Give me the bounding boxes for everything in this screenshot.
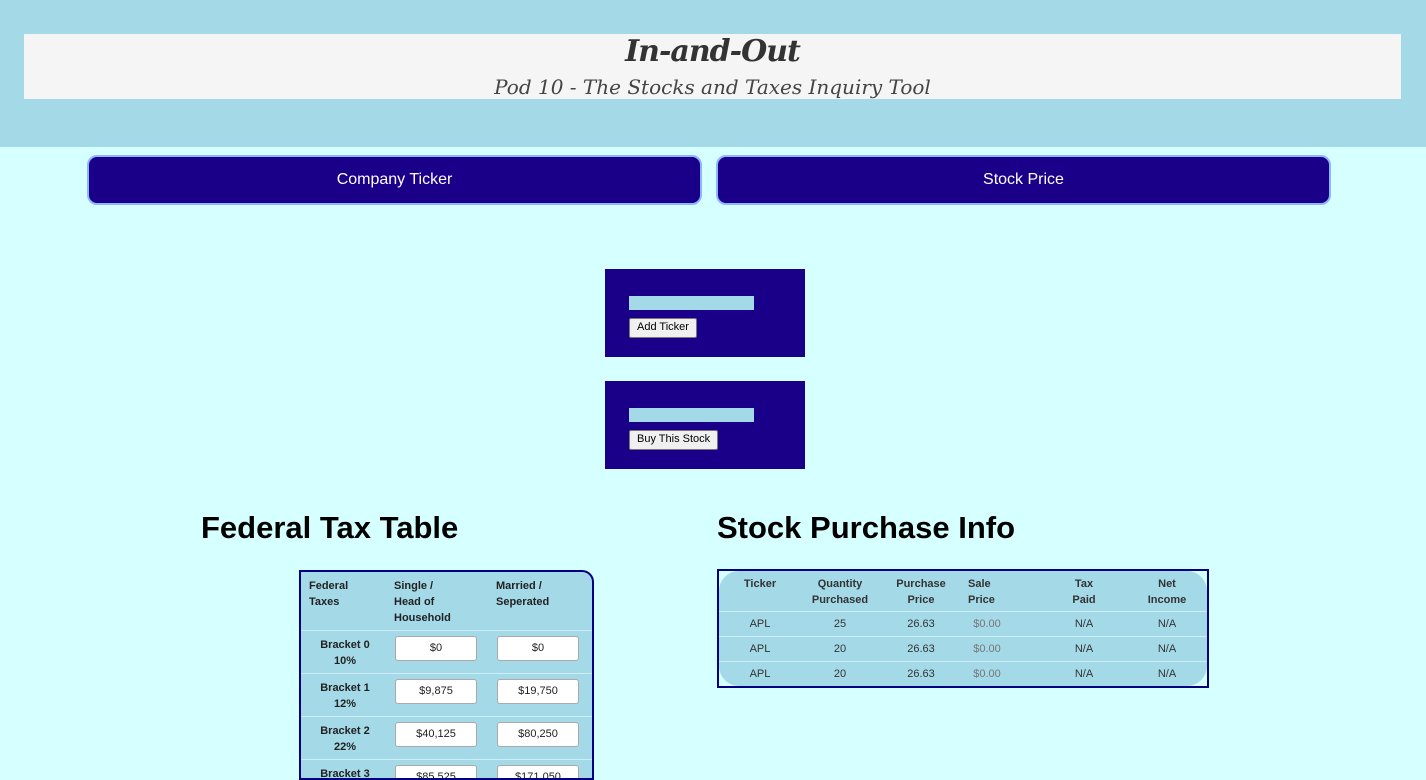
app-subtitle: Pod 10 - The Stocks and Taxes Inquiry To… <box>494 75 931 99</box>
tax-paid-cell: N/A <box>1074 668 1094 680</box>
purchase-price-cell: 26.63 <box>907 668 935 680</box>
sale-price-cell[interactable]: $0.00 <box>957 667 1017 681</box>
table-row: APL 20 26.63 $0.00 N/A N/A <box>719 637 1207 662</box>
married-threshold-input[interactable]: $19,750 <box>497 679 579 704</box>
col-sale-price: Sale Price <box>968 578 995 606</box>
single-threshold-input[interactable]: $85,525 <box>395 765 477 778</box>
purchase-price-cell: 26.63 <box>907 618 935 630</box>
tax-table-heading: Federal Tax Table <box>201 510 459 545</box>
tax-row: Bracket 0 10% $0 $0 <box>301 631 592 674</box>
col-federal-taxes: Federal Taxes <box>309 580 349 608</box>
single-threshold-input[interactable]: $0 <box>395 636 477 661</box>
quantity-cell: 20 <box>833 643 847 655</box>
quantity-cell: 20 <box>833 668 847 680</box>
bracket-name: Bracket 1 <box>320 682 370 694</box>
bracket-rate: 10% <box>333 655 357 667</box>
net-income-cell: N/A <box>1157 618 1177 630</box>
ticker-input[interactable] <box>629 296 754 310</box>
net-income-cell: N/A <box>1157 668 1177 680</box>
married-threshold-input[interactable]: $80,250 <box>497 722 579 747</box>
stock-table-header: Ticker Quantity Purchased Purchase Price… <box>719 571 1207 612</box>
buy-stock-form: Buy This Stock <box>605 381 805 469</box>
bracket-name: Bracket 2 <box>320 725 370 737</box>
add-ticker-button[interactable]: Add Ticker <box>629 318 697 338</box>
bracket-label: Bracket 3 <box>309 766 381 780</box>
federal-tax-table: Federal Taxes Single / Head of Household… <box>299 570 594 780</box>
sale-price-cell[interactable]: $0.00 <box>957 642 1017 656</box>
married-threshold-input[interactable]: $171,050 <box>497 765 579 778</box>
col-purchase-price: Purchase Price <box>896 578 946 606</box>
bracket-name: Bracket 3 <box>320 768 370 780</box>
col-single: Single / Head of Household <box>394 580 451 624</box>
col-ticker: Ticker <box>743 578 777 590</box>
app-title: In-and-Out <box>625 34 801 69</box>
bracket-rate: 22% <box>333 741 357 753</box>
col-quantity: Quantity Purchased <box>811 578 869 606</box>
buy-stock-button[interactable]: Buy This Stock <box>629 430 719 450</box>
single-threshold-input[interactable]: $9,875 <box>395 679 477 704</box>
quantity-cell: 25 <box>833 618 847 630</box>
tax-paid-cell: N/A <box>1074 643 1094 655</box>
bracket-label: Bracket 0 10% <box>309 637 381 669</box>
add-ticker-form: Add Ticker <box>605 269 805 357</box>
ticker-cell: APL <box>749 643 771 655</box>
ticker-cell: APL <box>749 618 771 630</box>
tax-table-header: Federal Taxes Single / Head of Household… <box>301 572 592 631</box>
ticker-cell: APL <box>749 668 771 680</box>
stock-purchase-table: Ticker Quantity Purchased Purchase Price… <box>717 569 1209 688</box>
title-box: In-and-Out Pod 10 - The Stocks and Taxes… <box>24 34 1401 99</box>
net-income-cell: N/A <box>1157 643 1177 655</box>
company-ticker-button[interactable]: Company Ticker <box>87 155 702 205</box>
stock-price-button[interactable]: Stock Price <box>716 155 1331 205</box>
tax-row: Bracket 3 $85,525 $171,050 <box>301 760 592 780</box>
bracket-label: Bracket 1 12% <box>309 680 381 712</box>
stock-info-heading: Stock Purchase Info <box>717 510 1016 545</box>
tax-row: Bracket 2 22% $40,125 $80,250 <box>301 717 592 760</box>
buy-quantity-input[interactable] <box>629 408 754 422</box>
stock-table-body: Ticker Quantity Purchased Purchase Price… <box>719 571 1207 686</box>
table-row: APL 20 26.63 $0.00 N/A N/A <box>719 662 1207 686</box>
sale-price-cell[interactable]: $0.00 <box>957 617 1017 631</box>
married-threshold-input[interactable]: $0 <box>497 636 579 661</box>
col-net-income: Net Income <box>1147 578 1187 606</box>
purchase-price-cell: 26.63 <box>907 643 935 655</box>
bracket-name: Bracket 0 <box>320 639 370 651</box>
bracket-label: Bracket 2 22% <box>309 723 381 755</box>
bracket-rate: 12% <box>333 698 357 710</box>
tax-paid-cell: N/A <box>1074 618 1094 630</box>
table-row: APL 25 26.63 $0.00 N/A N/A <box>719 612 1207 637</box>
single-threshold-input[interactable]: $40,125 <box>395 722 477 747</box>
tax-row: Bracket 1 12% $9,875 $19,750 <box>301 674 592 717</box>
col-tax-paid: Tax Paid <box>1072 578 1096 606</box>
col-married: Married / Seperated <box>496 580 550 608</box>
